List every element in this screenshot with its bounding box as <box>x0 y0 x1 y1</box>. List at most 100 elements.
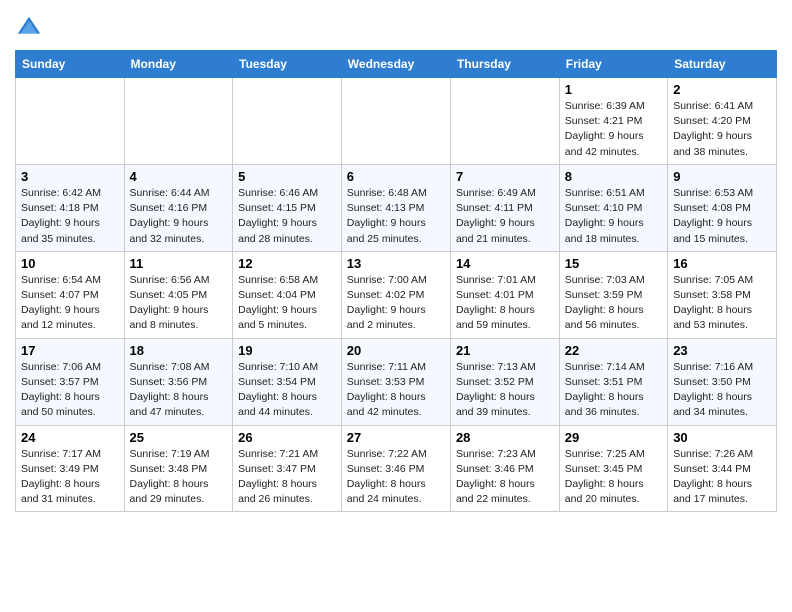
day-number: 26 <box>238 430 336 445</box>
day-info: Sunrise: 7:22 AM Sunset: 3:46 PM Dayligh… <box>347 447 445 508</box>
calendar-cell: 2 Sunrise: 6:41 AM Sunset: 4:20 PM Daylig… <box>668 78 777 165</box>
day-info: Sunrise: 7:05 AM Sunset: 3:58 PM Dayligh… <box>673 273 771 334</box>
day-info: Sunrise: 7:21 AM Sunset: 3:47 PM Dayligh… <box>238 447 336 508</box>
day-number: 24 <box>21 430 119 445</box>
calendar: SundayMondayTuesdayWednesdayThursdayFrid… <box>15 50 777 512</box>
calendar-header-monday: Monday <box>124 51 233 78</box>
day-info: Sunrise: 6:42 AM Sunset: 4:18 PM Dayligh… <box>21 186 119 247</box>
calendar-cell: 3 Sunrise: 6:42 AM Sunset: 4:18 PM Daylig… <box>16 164 125 251</box>
calendar-cell: 26 Sunrise: 7:21 AM Sunset: 3:47 PM Dayli… <box>233 425 342 512</box>
day-info: Sunrise: 7:13 AM Sunset: 3:52 PM Dayligh… <box>456 360 554 421</box>
calendar-cell: 7 Sunrise: 6:49 AM Sunset: 4:11 PM Daylig… <box>450 164 559 251</box>
day-info: Sunrise: 6:39 AM Sunset: 4:21 PM Dayligh… <box>565 99 662 160</box>
calendar-cell: 8 Sunrise: 6:51 AM Sunset: 4:10 PM Daylig… <box>559 164 667 251</box>
calendar-cell: 12 Sunrise: 6:58 AM Sunset: 4:04 PM Dayli… <box>233 251 342 338</box>
day-number: 27 <box>347 430 445 445</box>
day-number: 8 <box>565 169 662 184</box>
calendar-header-row: SundayMondayTuesdayWednesdayThursdayFrid… <box>16 51 777 78</box>
day-info: Sunrise: 6:51 AM Sunset: 4:10 PM Dayligh… <box>565 186 662 247</box>
day-number: 1 <box>565 82 662 97</box>
calendar-header-sunday: Sunday <box>16 51 125 78</box>
calendar-header-friday: Friday <box>559 51 667 78</box>
day-number: 17 <box>21 343 119 358</box>
day-number: 13 <box>347 256 445 271</box>
calendar-header-wednesday: Wednesday <box>341 51 450 78</box>
day-number: 23 <box>673 343 771 358</box>
day-info: Sunrise: 7:23 AM Sunset: 3:46 PM Dayligh… <box>456 447 554 508</box>
day-info: Sunrise: 6:48 AM Sunset: 4:13 PM Dayligh… <box>347 186 445 247</box>
calendar-cell: 10Sunrise: 6:54 AM Sunset: 4:07 PM Dayli… <box>16 251 125 338</box>
calendar-cell: 1 Sunrise: 6:39 AM Sunset: 4:21 PM Daylig… <box>559 78 667 165</box>
calendar-cell <box>450 78 559 165</box>
calendar-cell: 19Sunrise: 7:10 AM Sunset: 3:54 PM Dayli… <box>233 338 342 425</box>
calendar-cell: 28 Sunrise: 7:23 AM Sunset: 3:46 PM Dayli… <box>450 425 559 512</box>
day-number: 28 <box>456 430 554 445</box>
calendar-header-thursday: Thursday <box>450 51 559 78</box>
day-info: Sunrise: 7:00 AM Sunset: 4:02 PM Dayligh… <box>347 273 445 334</box>
day-info: Sunrise: 6:49 AM Sunset: 4:11 PM Dayligh… <box>456 186 554 247</box>
calendar-cell: 22Sunrise: 7:14 AM Sunset: 3:51 PM Dayli… <box>559 338 667 425</box>
calendar-cell: 13 Sunrise: 7:00 AM Sunset: 4:02 PM Dayli… <box>341 251 450 338</box>
calendar-cell: 6Sunrise: 6:48 AM Sunset: 4:13 PM Daylig… <box>341 164 450 251</box>
calendar-cell: 23Sunrise: 7:16 AM Sunset: 3:50 PM Dayli… <box>668 338 777 425</box>
calendar-cell: 15 Sunrise: 7:03 AM Sunset: 3:59 PM Dayli… <box>559 251 667 338</box>
calendar-cell: 27 Sunrise: 7:22 AM Sunset: 3:46 PM Dayli… <box>341 425 450 512</box>
day-info: Sunrise: 7:26 AM Sunset: 3:44 PM Dayligh… <box>673 447 771 508</box>
calendar-cell: 30 Sunrise: 7:26 AM Sunset: 3:44 PM Dayli… <box>668 425 777 512</box>
day-number: 19 <box>238 343 336 358</box>
day-info: Sunrise: 6:58 AM Sunset: 4:04 PM Dayligh… <box>238 273 336 334</box>
day-info: Sunrise: 6:53 AM Sunset: 4:08 PM Dayligh… <box>673 186 771 247</box>
day-number: 16 <box>673 256 771 271</box>
day-info: Sunrise: 6:56 AM Sunset: 4:05 PM Dayligh… <box>130 273 228 334</box>
day-info: Sunrise: 7:01 AM Sunset: 4:01 PM Dayligh… <box>456 273 554 334</box>
day-number: 18 <box>130 343 228 358</box>
day-number: 5 <box>238 169 336 184</box>
calendar-cell <box>233 78 342 165</box>
day-number: 12 <box>238 256 336 271</box>
calendar-cell: 29 Sunrise: 7:25 AM Sunset: 3:45 PM Dayli… <box>559 425 667 512</box>
calendar-cell: 9 Sunrise: 6:53 AM Sunset: 4:08 PM Daylig… <box>668 164 777 251</box>
day-number: 21 <box>456 343 554 358</box>
calendar-cell: 18 Sunrise: 7:08 AM Sunset: 3:56 PM Dayli… <box>124 338 233 425</box>
calendar-cell: 16 Sunrise: 7:05 AM Sunset: 3:58 PM Dayli… <box>668 251 777 338</box>
calendar-cell: 4Sunrise: 6:44 AM Sunset: 4:16 PM Daylig… <box>124 164 233 251</box>
day-number: 7 <box>456 169 554 184</box>
calendar-header-saturday: Saturday <box>668 51 777 78</box>
day-number: 3 <box>21 169 119 184</box>
calendar-week-row: 3 Sunrise: 6:42 AM Sunset: 4:18 PM Daylig… <box>16 164 777 251</box>
calendar-cell: 5Sunrise: 6:46 AM Sunset: 4:15 PM Daylig… <box>233 164 342 251</box>
day-number: 15 <box>565 256 662 271</box>
page-header <box>15 10 777 42</box>
day-number: 9 <box>673 169 771 184</box>
day-info: Sunrise: 6:41 AM Sunset: 4:20 PM Dayligh… <box>673 99 771 160</box>
day-info: Sunrise: 6:44 AM Sunset: 4:16 PM Dayligh… <box>130 186 228 247</box>
calendar-cell: 11 Sunrise: 6:56 AM Sunset: 4:05 PM Dayli… <box>124 251 233 338</box>
day-info: Sunrise: 7:19 AM Sunset: 3:48 PM Dayligh… <box>130 447 228 508</box>
day-info: Sunrise: 7:25 AM Sunset: 3:45 PM Dayligh… <box>565 447 662 508</box>
day-number: 30 <box>673 430 771 445</box>
day-number: 14 <box>456 256 554 271</box>
calendar-cell: 25 Sunrise: 7:19 AM Sunset: 3:48 PM Dayli… <box>124 425 233 512</box>
day-info: Sunrise: 7:08 AM Sunset: 3:56 PM Dayligh… <box>130 360 228 421</box>
logo-icon <box>15 14 43 42</box>
logo <box>15 14 47 42</box>
calendar-header-tuesday: Tuesday <box>233 51 342 78</box>
calendar-cell <box>124 78 233 165</box>
day-number: 25 <box>130 430 228 445</box>
day-number: 22 <box>565 343 662 358</box>
calendar-cell: 20 Sunrise: 7:11 AM Sunset: 3:53 PM Dayli… <box>341 338 450 425</box>
day-info: Sunrise: 7:11 AM Sunset: 3:53 PM Dayligh… <box>347 360 445 421</box>
day-number: 11 <box>130 256 228 271</box>
calendar-cell: 14 Sunrise: 7:01 AM Sunset: 4:01 PM Dayli… <box>450 251 559 338</box>
day-number: 29 <box>565 430 662 445</box>
calendar-week-row: 17 Sunrise: 7:06 AM Sunset: 3:57 PM Dayli… <box>16 338 777 425</box>
calendar-week-row: 1 Sunrise: 6:39 AM Sunset: 4:21 PM Daylig… <box>16 78 777 165</box>
calendar-cell: 21 Sunrise: 7:13 AM Sunset: 3:52 PM Dayli… <box>450 338 559 425</box>
day-number: 2 <box>673 82 771 97</box>
day-number: 20 <box>347 343 445 358</box>
day-info: Sunrise: 7:03 AM Sunset: 3:59 PM Dayligh… <box>565 273 662 334</box>
calendar-cell <box>16 78 125 165</box>
calendar-week-row: 24 Sunrise: 7:17 AM Sunset: 3:49 PM Dayli… <box>16 425 777 512</box>
day-info: Sunrise: 7:17 AM Sunset: 3:49 PM Dayligh… <box>21 447 119 508</box>
day-info: Sunrise: 7:06 AM Sunset: 3:57 PM Dayligh… <box>21 360 119 421</box>
